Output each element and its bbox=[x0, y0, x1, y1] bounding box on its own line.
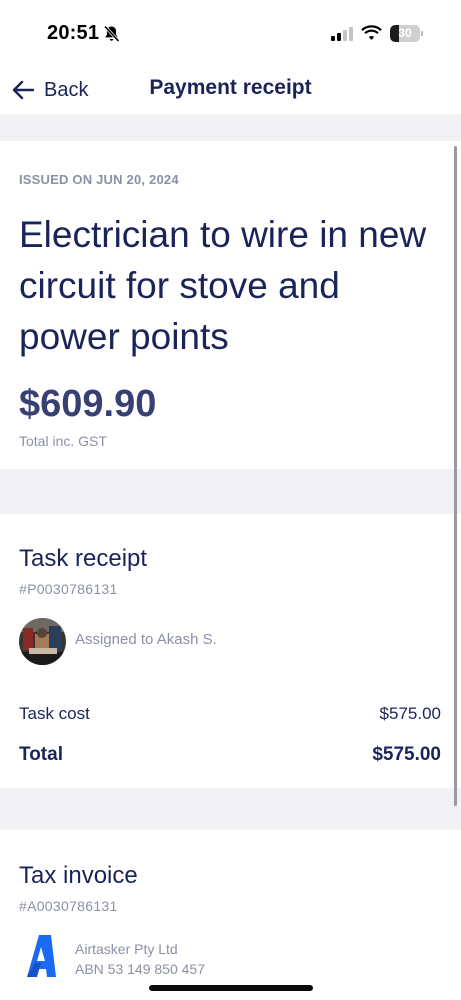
task-cost-label: Task cost bbox=[19, 704, 90, 723]
status-time: 20:51 bbox=[47, 22, 100, 44]
receipt-summary: ISSUED ON JUN 20, 2024 Electrician to wi… bbox=[0, 141, 461, 469]
back-arrow-icon bbox=[12, 80, 34, 100]
task-title: Electrician to wire in new circuit for s… bbox=[19, 214, 427, 357]
nav-bar: Payment receipt Back bbox=[0, 66, 461, 114]
airtasker-logo-icon bbox=[27, 935, 56, 977]
tax-invoice-heading: Tax invoice bbox=[19, 862, 138, 889]
tax-invoice-section: Tax invoice #A0030786131 Airtasker Pty L… bbox=[0, 830, 461, 1000]
wifi-icon bbox=[361, 25, 382, 40]
task-receipt-id: #P0030786131 bbox=[19, 581, 118, 597]
task-receipt-section: Task receipt #P0030786131 Assigned to Ak… bbox=[0, 514, 461, 788]
assigned-to: Assigned to Akash S. bbox=[75, 631, 217, 648]
company-details: Airtasker Pty Ltd ABN 53 149 850 457 bbox=[75, 939, 205, 979]
battery-level: 30 bbox=[398, 26, 412, 40]
bell-slash-icon bbox=[103, 25, 120, 43]
company-name: Airtasker Pty Ltd bbox=[75, 941, 178, 957]
total-label: Total bbox=[19, 744, 63, 765]
section-divider bbox=[0, 788, 461, 830]
company-abn: ABN 53 149 850 457 bbox=[75, 961, 205, 977]
task-cost-value: $575.00 bbox=[379, 704, 441, 723]
battery-icon: 30 bbox=[390, 25, 423, 42]
task-receipt-heading: Task receipt bbox=[19, 545, 148, 572]
avatar[interactable] bbox=[19, 618, 66, 665]
total-amount: $609.90 bbox=[19, 383, 157, 425]
back-label: Back bbox=[44, 78, 89, 101]
back-button[interactable]: Back bbox=[12, 74, 88, 106]
section-divider bbox=[0, 114, 461, 141]
issued-date: ISSUED ON JUN 20, 2024 bbox=[19, 172, 179, 187]
total-value: $575.00 bbox=[372, 744, 441, 765]
cellular-signal-icon bbox=[331, 27, 353, 41]
tax-invoice-id: #A0030786131 bbox=[19, 898, 118, 914]
home-indicator[interactable] bbox=[149, 985, 313, 991]
total-amount-note: Total inc. GST bbox=[19, 433, 107, 449]
scrollbar[interactable] bbox=[454, 146, 457, 806]
status-bar: 20:51 30 bbox=[0, 0, 461, 66]
section-divider bbox=[0, 469, 461, 514]
